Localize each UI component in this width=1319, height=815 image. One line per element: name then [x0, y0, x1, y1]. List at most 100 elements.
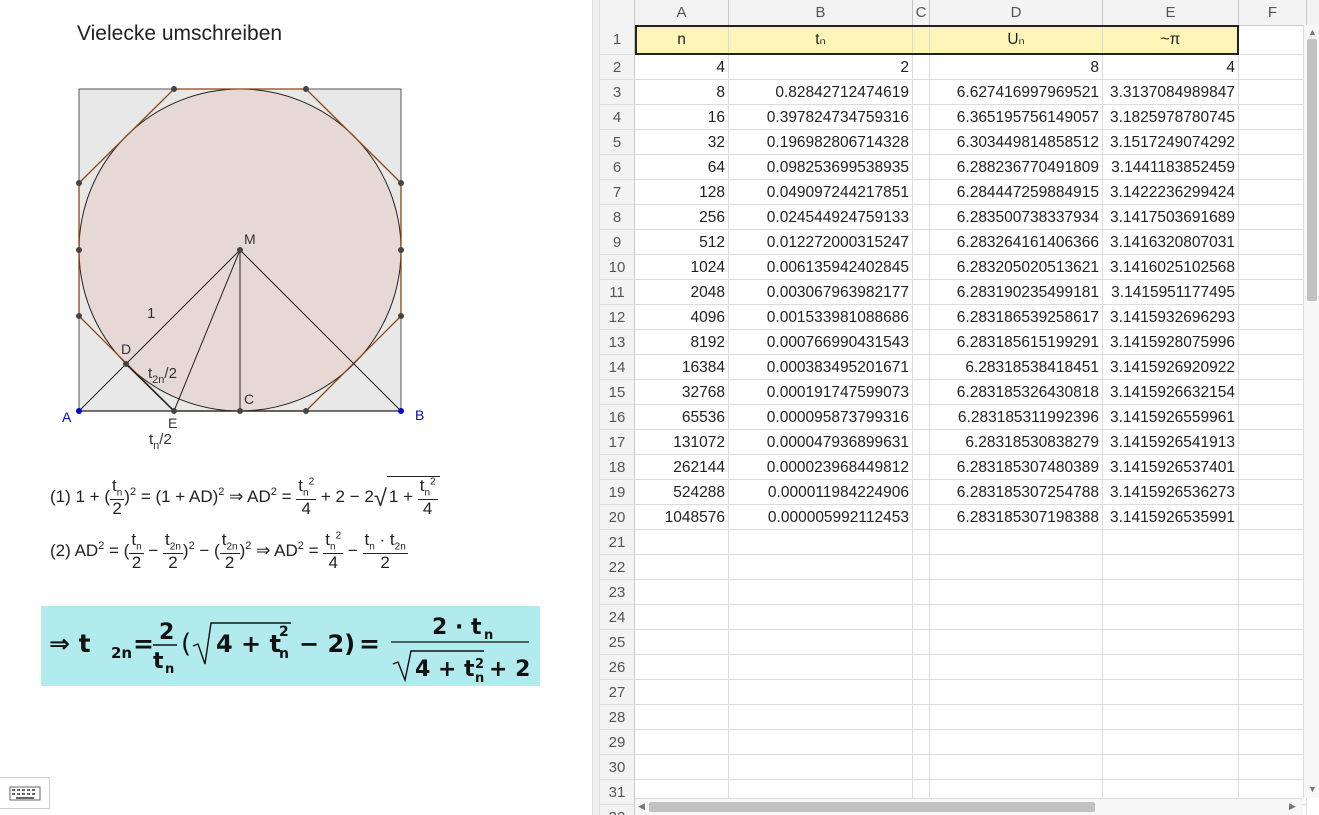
cell-a4[interactable]: 16: [635, 105, 729, 130]
scroll-up-icon[interactable]: ▲: [1308, 27, 1317, 37]
row-header[interactable]: 12: [600, 305, 635, 330]
cell-a6[interactable]: 64: [635, 155, 729, 180]
cell-e6[interactable]: 3.1441183852459: [1103, 155, 1239, 180]
cell-a29[interactable]: [635, 730, 729, 755]
cell-b17[interactable]: 0.000047936899631: [729, 430, 913, 455]
cell-c29[interactable]: [913, 730, 930, 755]
cell-d12[interactable]: 6.283186539258617: [930, 305, 1103, 330]
cell-d2[interactable]: 8: [930, 55, 1103, 80]
cell-f15[interactable]: [1239, 380, 1307, 405]
cell-e11[interactable]: 3.1415951177495: [1103, 280, 1239, 305]
cell-d6[interactable]: 6.288236770491809: [930, 155, 1103, 180]
cell-b7[interactable]: 0.049097244217851: [729, 180, 913, 205]
cell-a26[interactable]: [635, 655, 729, 680]
cell-d24[interactable]: [930, 605, 1103, 630]
cell-f7[interactable]: [1239, 180, 1307, 205]
row-header[interactable]: 4: [600, 105, 635, 130]
cell-d16[interactable]: 6.283185311992396: [930, 405, 1103, 430]
cell-a8[interactable]: 256: [635, 205, 729, 230]
cell-b26[interactable]: [729, 655, 913, 680]
cell-f26[interactable]: [1239, 655, 1307, 680]
cell-a20[interactable]: 1048576: [635, 505, 729, 530]
cell-c19[interactable]: [913, 480, 930, 505]
row-header[interactable]: 15: [600, 380, 635, 405]
cell-b14[interactable]: 0.000383495201671: [729, 355, 913, 380]
cell-d17[interactable]: 6.28318530838279: [930, 430, 1103, 455]
cell-a16[interactable]: 65536: [635, 405, 729, 430]
cell-d15[interactable]: 6.283185326430818: [930, 380, 1103, 405]
vertical-scrollbar[interactable]: ▲ ▼: [1303, 25, 1319, 798]
cell-d19[interactable]: 6.283185307254788: [930, 480, 1103, 505]
scroll-left-icon[interactable]: ◀: [638, 801, 645, 812]
cell-b11[interactable]: 0.003067963982177: [729, 280, 913, 305]
cell-b6[interactable]: 0.098253699538935: [729, 155, 913, 180]
cell-c5[interactable]: [913, 130, 930, 155]
cell-b22[interactable]: [729, 555, 913, 580]
cell-e13[interactable]: 3.1415928075996: [1103, 330, 1239, 355]
cell-b21[interactable]: [729, 530, 913, 555]
cell-c24[interactable]: [913, 605, 930, 630]
row-header[interactable]: 23: [600, 580, 635, 605]
cell-e29[interactable]: [1103, 730, 1239, 755]
cell-c17[interactable]: [913, 430, 930, 455]
row-header[interactable]: 9: [600, 230, 635, 255]
cell-b27[interactable]: [729, 680, 913, 705]
cell-d1[interactable]: Uₙ: [930, 25, 1103, 55]
graphics-view[interactable]: Vielecke umschreiben M D C E A B 1 t2n/2…: [0, 0, 592, 815]
cell-b29[interactable]: [729, 730, 913, 755]
row-header[interactable]: 18: [600, 455, 635, 480]
cell-a2[interactable]: 4: [635, 55, 729, 80]
cell-e22[interactable]: [1103, 555, 1239, 580]
cell-b18[interactable]: 0.000023968449812: [729, 455, 913, 480]
row-header[interactable]: 26: [600, 655, 635, 680]
cell-e14[interactable]: 3.1415926920922: [1103, 355, 1239, 380]
cell-a5[interactable]: 32: [635, 130, 729, 155]
cell-b9[interactable]: 0.012272000315247: [729, 230, 913, 255]
cell-d30[interactable]: [930, 755, 1103, 780]
row-header[interactable]: 13: [600, 330, 635, 355]
cell-d13[interactable]: 6.283185615199291: [930, 330, 1103, 355]
row-header[interactable]: 3: [600, 80, 635, 105]
cell-a14[interactable]: 16384: [635, 355, 729, 380]
cell-e30[interactable]: [1103, 755, 1239, 780]
cell-d10[interactable]: 6.283205020513621: [930, 255, 1103, 280]
cell-b15[interactable]: 0.000191747599073: [729, 380, 913, 405]
cell-f20[interactable]: [1239, 505, 1307, 530]
cell-b25[interactable]: [729, 630, 913, 655]
cell-b8[interactable]: 0.024544924759133: [729, 205, 913, 230]
cell-c4[interactable]: [913, 105, 930, 130]
row-header[interactable]: 28: [600, 705, 635, 730]
cell-c2[interactable]: [913, 55, 930, 80]
cell-a18[interactable]: 262144: [635, 455, 729, 480]
row-header[interactable]: 16: [600, 405, 635, 430]
cell-a12[interactable]: 4096: [635, 305, 729, 330]
cell-e15[interactable]: 3.1415926632154: [1103, 380, 1239, 405]
cell-e27[interactable]: [1103, 680, 1239, 705]
cell-c18[interactable]: [913, 455, 930, 480]
cell-e5[interactable]: 3.1517249074292: [1103, 130, 1239, 155]
cell-c22[interactable]: [913, 555, 930, 580]
row-header[interactable]: 17: [600, 430, 635, 455]
cell-b13[interactable]: 0.000766990431543: [729, 330, 913, 355]
cell-c15[interactable]: [913, 380, 930, 405]
cell-d21[interactable]: [930, 530, 1103, 555]
cell-f1[interactable]: [1239, 25, 1307, 55]
cell-a28[interactable]: [635, 705, 729, 730]
cell-b28[interactable]: [729, 705, 913, 730]
cell-c14[interactable]: [913, 355, 930, 380]
row-header[interactable]: 8: [600, 205, 635, 230]
cell-f28[interactable]: [1239, 705, 1307, 730]
scroll-right-icon[interactable]: ▶: [1289, 801, 1296, 812]
cell-c11[interactable]: [913, 280, 930, 305]
cell-d26[interactable]: [930, 655, 1103, 680]
row-header[interactable]: 1: [600, 25, 635, 55]
cell-c1[interactable]: [913, 25, 930, 55]
horizontal-scroll-thumb[interactable]: [649, 802, 1095, 812]
row-header[interactable]: 22: [600, 555, 635, 580]
cell-d29[interactable]: [930, 730, 1103, 755]
row-header[interactable]: 30: [600, 755, 635, 780]
cell-f13[interactable]: [1239, 330, 1307, 355]
cell-f3[interactable]: [1239, 80, 1307, 105]
point-e[interactable]: [171, 408, 177, 414]
cell-e25[interactable]: [1103, 630, 1239, 655]
